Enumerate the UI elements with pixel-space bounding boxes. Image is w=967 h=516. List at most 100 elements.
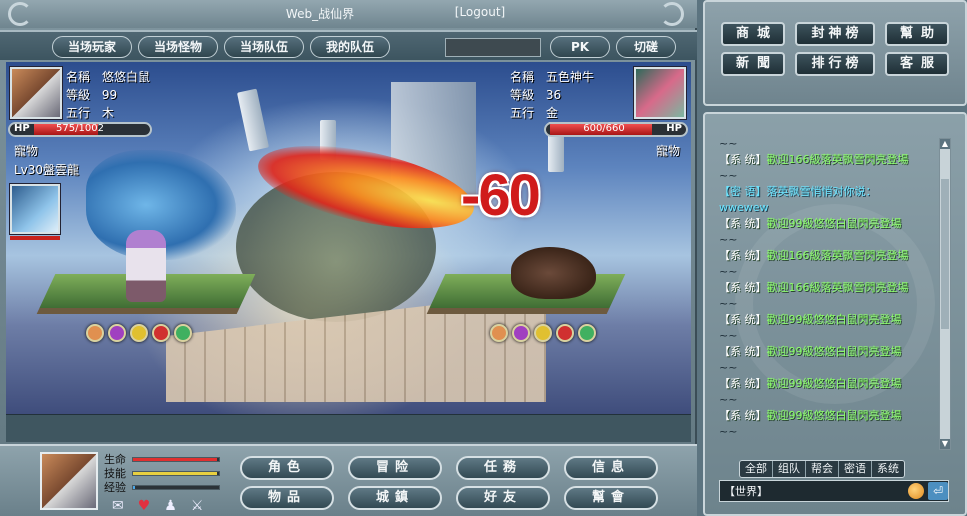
chat-tab-team[interactable]: 组队: [773, 461, 806, 477]
chat-message: ~~: [719, 360, 939, 376]
swords-icon[interactable]: ⚔: [191, 498, 204, 514]
town-button[interactable]: 城鎮: [348, 486, 442, 510]
scroll-thumb[interactable]: [941, 179, 949, 329]
enemy-level: 36: [545, 88, 562, 102]
chat-message-text: 歡迎99級悠悠白鼠閃亮登場: [766, 313, 902, 326]
chat-message-text: 落英飘雪悄悄对你说：: [766, 185, 877, 198]
life-label: 生命: [104, 453, 126, 466]
skill-icon[interactable]: [130, 324, 148, 342]
enemy-pet-label: 寵物: [656, 144, 681, 158]
mall-button[interactable]: 商城: [721, 22, 785, 46]
tab-current-teams[interactable]: 当场队伍: [224, 36, 304, 58]
logout-link[interactable]: [Logout]: [430, 5, 530, 19]
friends-button[interactable]: 好友: [456, 486, 550, 510]
scroll-down-icon[interactable]: ▼: [940, 439, 950, 449]
player-pet-name: Lv30盤雲龍: [14, 163, 80, 177]
spar-button[interactable]: 切磋: [616, 36, 676, 58]
floating-pillar: [236, 88, 270, 152]
help-button[interactable]: 幫助: [885, 22, 949, 46]
skill-icon[interactable]: [152, 324, 170, 342]
skill-icon[interactable]: [174, 324, 192, 342]
scene-search-box[interactable]: [445, 38, 541, 57]
chat-tab-guild[interactable]: 帮会: [806, 461, 839, 477]
scene-tab-bar: 当场玩家 当场怪物 当场队伍 我的队伍 PK 切磋: [0, 30, 697, 60]
emoji-icon[interactable]: [908, 483, 924, 499]
quest-button[interactable]: 任務: [456, 456, 550, 480]
chat-message: 【系 统】歡迎99級悠悠白鼠閃亮登場: [719, 408, 939, 424]
skill-icon[interactable]: [86, 324, 104, 342]
player-portrait[interactable]: [10, 67, 62, 119]
chat-channel-tag: 【系 统】: [719, 249, 767, 262]
chat-tab-system[interactable]: 系统: [872, 461, 904, 477]
news-button[interactable]: 新聞: [721, 52, 785, 76]
chat-message-text: 歡迎99級悠悠白鼠閃亮登場: [766, 409, 902, 422]
chat-input[interactable]: [790, 483, 902, 499]
player-level: 99: [101, 88, 118, 102]
items-button[interactable]: 物品: [240, 486, 334, 510]
hall-of-gods-button[interactable]: 封神榜: [795, 22, 875, 46]
chat-message-text: 歡迎166級落英飘雪閃亮登場: [766, 249, 909, 262]
skill-icon[interactable]: [108, 324, 126, 342]
element-label: 五行: [66, 106, 91, 120]
player-name: 悠悠白鼠: [101, 70, 150, 84]
exp-stat: 经验: [104, 482, 220, 494]
life-bar: [132, 457, 220, 462]
level-label: 等級: [510, 88, 535, 102]
adventure-button[interactable]: 冒险: [348, 456, 442, 480]
chat-message: ~~: [719, 392, 939, 408]
ranking-button[interactable]: 排行榜: [795, 52, 875, 76]
mail-icon[interactable]: ✉: [112, 498, 124, 514]
chat-tab-all[interactable]: 全部: [740, 461, 773, 477]
damage-number: -60: [461, 163, 541, 228]
player-hp-value: 575/1002: [56, 123, 104, 134]
chat-scrollbar[interactable]: ▲ ▼: [939, 138, 951, 450]
player-character-sprite[interactable]: [126, 230, 166, 302]
chat-message: ~~: [719, 424, 939, 440]
guild-button[interactable]: 幫會: [564, 486, 658, 510]
scroll-up-icon[interactable]: ▲: [940, 139, 950, 149]
player-hp-bar: HP 575/1002: [8, 122, 152, 137]
chat-message-text: 歡迎99級悠悠白鼠閃亮登場: [766, 377, 902, 390]
chat-message: 【系 统】歡迎99級悠悠白鼠閃亮登場: [719, 312, 939, 328]
chat-channel-tag: 【系 统】: [719, 377, 767, 390]
chat-input-row: 【世界】 ⏎: [719, 480, 949, 502]
player-avatar[interactable]: [40, 452, 98, 510]
chat-panel: ~~ 【系 统】歡迎166級落英飘雪閃亮登場 ~~ 【密 语】落英飘雪悄悄对你说： ww…: [703, 112, 967, 516]
chat-channel-tag: 【系 统】: [719, 153, 767, 166]
support-button[interactable]: 客服: [885, 52, 949, 76]
chat-channel-tag: 【密 语】: [719, 185, 767, 198]
chat-channel-select[interactable]: 【世界】: [724, 483, 768, 499]
team-icon[interactable]: ♟: [164, 498, 177, 514]
enemy-ox-sprite[interactable]: [511, 247, 596, 299]
enemy-portrait[interactable]: [634, 67, 686, 119]
skill-icon: [512, 324, 530, 342]
player-skill-bar: [86, 324, 192, 342]
game-main-frame: Web_战仙界 [Logout] 当场玩家 当场怪物 当场队伍 我的队伍 PK …: [0, 0, 697, 516]
chat-message-text: ~~: [719, 393, 738, 406]
chat-message-text: ~~: [719, 329, 738, 342]
info-button[interactable]: 信息: [564, 456, 658, 480]
tab-current-players[interactable]: 当场玩家: [52, 36, 132, 58]
command-panel: 生命 技能 经验 ✉ ♥ ♟ ⚔ 角色 冒险 任務 信息 物品 城鎮 好友 幫會: [0, 444, 697, 516]
chat-tab-whisper[interactable]: 密语: [839, 461, 872, 477]
chat-message: 【系 统】歡迎166級落英飘雪閃亮登場: [719, 248, 939, 264]
chat-message-text: ~~: [719, 297, 738, 310]
skill-label: 技能: [104, 467, 126, 480]
chat-message: 【系 统】歡迎99級悠悠白鼠閃亮登場: [719, 216, 939, 232]
enemy-element: 金: [545, 106, 558, 120]
chat-message: wwewew: [719, 200, 939, 216]
level-label: 等級: [66, 88, 91, 102]
chat-message: 【系 统】歡迎166級落英飘雪閃亮登場: [719, 280, 939, 296]
tab-current-monsters[interactable]: 当场怪物: [138, 36, 218, 58]
chat-message-text: ~~: [719, 425, 738, 438]
enemy-info: 名稱 五色神牛 等級 36 五行 金: [510, 68, 594, 122]
chat-channel-tag: 【系 统】: [719, 409, 767, 422]
heart-icon[interactable]: ♥: [138, 498, 151, 514]
pet-portrait[interactable]: [10, 184, 60, 234]
tab-my-team[interactable]: 我的队伍: [310, 36, 390, 58]
send-button[interactable]: ⏎: [928, 482, 948, 500]
exp-bar-fill: [133, 486, 135, 489]
character-button[interactable]: 角色: [240, 456, 334, 480]
pk-button[interactable]: PK: [550, 36, 610, 58]
shop-panel: 商城 封神榜 幫助 新聞 排行榜 客服: [703, 0, 967, 106]
